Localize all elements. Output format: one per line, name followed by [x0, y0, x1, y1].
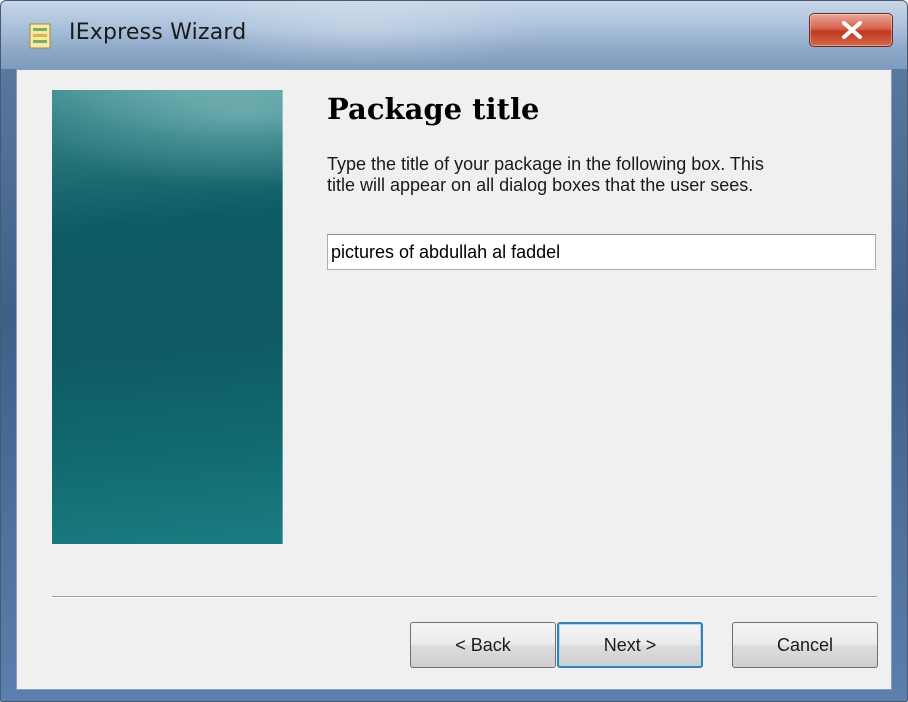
title-bar[interactable]: IExpress Wizard — [1, 1, 907, 69]
wizard-client-area: Package title Type the title of your pac… — [16, 69, 892, 690]
button-separator — [52, 596, 877, 598]
package-title-input[interactable] — [327, 234, 876, 270]
back-button[interactable]: < Back — [410, 622, 556, 668]
window-title: IExpress Wizard — [69, 20, 247, 45]
cancel-button[interactable]: Cancel — [732, 622, 878, 668]
next-button[interactable]: Next > — [557, 622, 703, 668]
description-line-2: title will appear on all dialog boxes th… — [327, 175, 754, 195]
wizard-side-banner — [52, 90, 283, 544]
wizard-window: IExpress Wizard Package title Type the t… — [0, 0, 908, 702]
app-icon — [29, 23, 51, 49]
page-title: Package title — [327, 92, 540, 126]
close-button[interactable] — [809, 13, 893, 47]
description-line-1: Type the title of your package in the fo… — [327, 154, 764, 174]
page-description: Type the title of your package in the fo… — [327, 154, 867, 196]
